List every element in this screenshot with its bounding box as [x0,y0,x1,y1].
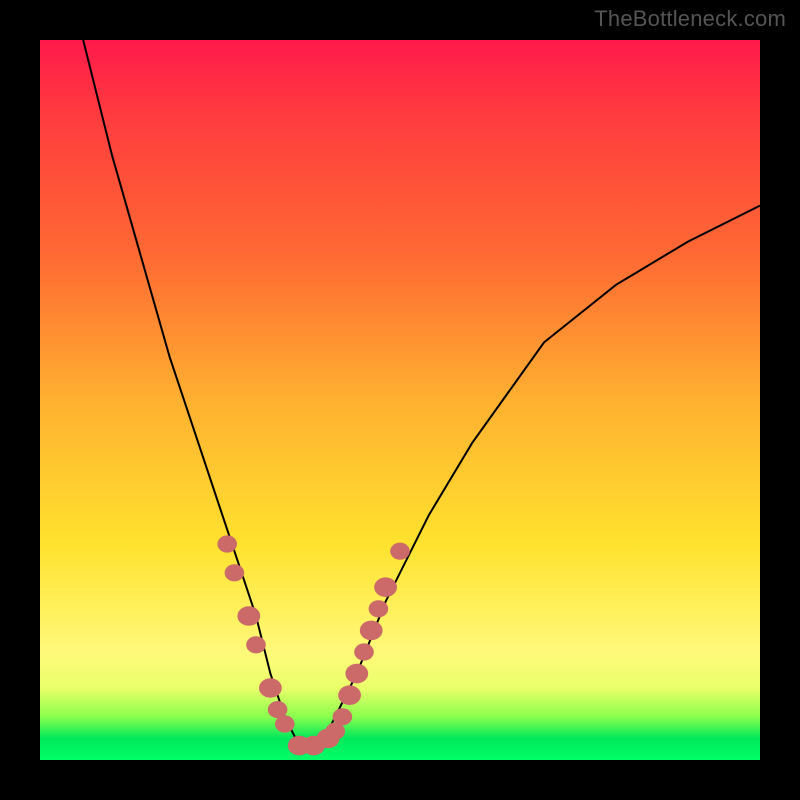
curve-left [83,40,299,746]
nodes-right-group [302,543,410,756]
chart-frame: TheBottleneck.com [0,0,800,800]
chart-svg [40,40,760,760]
data-node [369,600,389,617]
data-node [246,636,266,653]
nodes-left-group [217,535,310,755]
data-node [345,664,368,684]
data-node [360,621,383,641]
plot-area [40,40,760,760]
curve-group [83,40,760,746]
data-node [237,606,260,626]
data-node [259,678,282,698]
data-node [333,708,353,725]
data-node [338,685,361,705]
data-node [275,715,295,732]
curve-right [314,206,760,746]
data-node [374,577,397,597]
data-node [390,543,410,560]
data-node [217,535,237,552]
data-node [225,564,245,581]
data-node [354,643,374,660]
watermark-text: TheBottleneck.com [594,6,786,32]
